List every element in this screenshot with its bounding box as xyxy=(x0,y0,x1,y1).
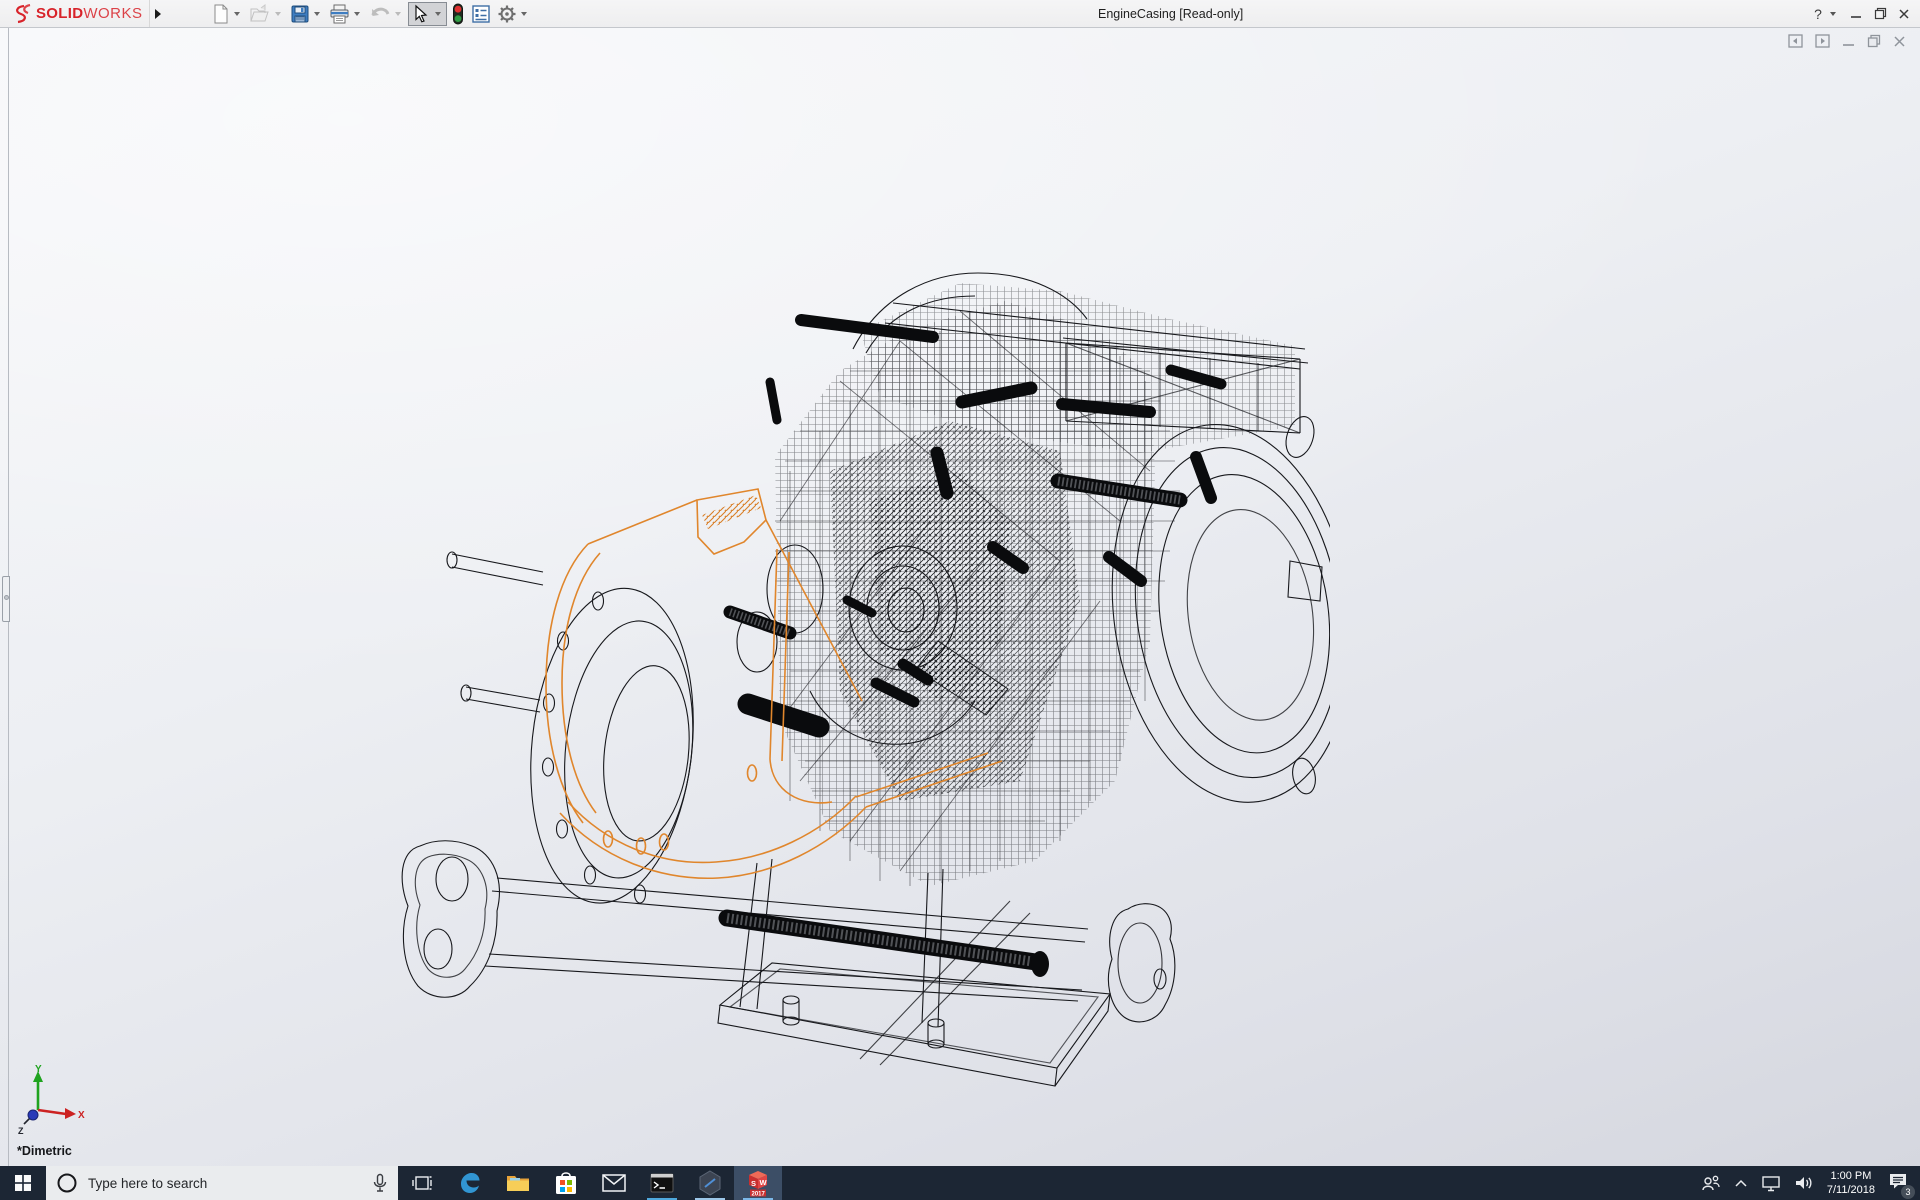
new-document-button[interactable] xyxy=(210,2,245,26)
open-dropdown[interactable] xyxy=(275,12,281,16)
doc-minimize-button[interactable] xyxy=(1842,35,1855,48)
solidworks-2017-button[interactable]: S W 2017 xyxy=(734,1166,782,1200)
task-view-button[interactable] xyxy=(398,1166,446,1200)
system-tray: 1:00 PM 7/11/2018 3 xyxy=(1689,1166,1920,1200)
network-icon[interactable] xyxy=(1761,1175,1781,1192)
window-title: EngineCasing [Read-only] xyxy=(1098,0,1243,27)
undo-button[interactable] xyxy=(367,2,406,26)
feature-manager-collapsed-tab[interactable] xyxy=(2,576,10,622)
people-icon[interactable] xyxy=(1701,1174,1721,1192)
hex-app-icon xyxy=(698,1170,722,1196)
edge-icon xyxy=(458,1171,482,1195)
open-button[interactable] xyxy=(247,2,286,26)
pane-left-button[interactable] xyxy=(1788,34,1803,48)
graphics-viewport[interactable]: Y X Z *Dimetric xyxy=(0,28,1920,1166)
help-dropdown[interactable] xyxy=(1830,12,1836,16)
print-button[interactable] xyxy=(327,2,365,26)
mail-button[interactable] xyxy=(590,1166,638,1200)
traffic-light-icon xyxy=(451,3,465,25)
svg-text:Z: Z xyxy=(18,1126,24,1136)
properties-list-icon xyxy=(471,4,491,24)
windows-taskbar: Type here to search xyxy=(0,1166,1920,1200)
triad-x-axis: X xyxy=(38,1108,85,1121)
triad-z-axis: Z xyxy=(18,1110,38,1136)
store-button[interactable] xyxy=(542,1166,590,1200)
brand-works: WORKS xyxy=(83,5,142,22)
view-orientation-label: *Dimetric xyxy=(17,1144,72,1158)
window-controls: ? xyxy=(1806,0,1916,27)
minimize-button[interactable] xyxy=(1844,0,1868,27)
command-prompt-button[interactable] xyxy=(638,1166,686,1200)
command-prompt-icon xyxy=(650,1173,674,1193)
minimize-icon xyxy=(1850,8,1862,20)
open-folder-icon xyxy=(249,4,271,24)
file-explorer-button[interactable] xyxy=(494,1166,542,1200)
edge-button[interactable] xyxy=(446,1166,494,1200)
print-icon xyxy=(329,4,350,24)
taskbar-search-input[interactable]: Type here to search xyxy=(46,1166,398,1200)
volume-icon[interactable] xyxy=(1794,1175,1814,1191)
rod-end-cap xyxy=(1031,951,1049,977)
save-button[interactable] xyxy=(288,2,325,26)
restore-button[interactable] xyxy=(1868,0,1892,27)
select-cursor-icon xyxy=(411,4,431,24)
svg-text:2017: 2017 xyxy=(752,1192,766,1198)
triad-y-axis: Y xyxy=(33,1064,43,1110)
standard-toolbar xyxy=(209,0,533,27)
windows-logo-icon xyxy=(15,1175,31,1191)
panel-tab-handle-icon xyxy=(4,595,9,600)
doc-restore-button[interactable] xyxy=(1867,34,1881,48)
close-icon xyxy=(1898,8,1910,20)
doc-close-button[interactable] xyxy=(1893,35,1906,48)
search-placeholder: Type here to search xyxy=(88,1176,207,1191)
svg-text:Y: Y xyxy=(35,1064,42,1075)
solidworks-app-icon: S W 2017 xyxy=(745,1169,771,1197)
action-center-button[interactable]: 3 xyxy=(1888,1172,1908,1195)
notification-badge: 3 xyxy=(1901,1185,1915,1199)
svg-text:S: S xyxy=(751,1179,756,1188)
tray-date: 7/11/2018 xyxy=(1827,1183,1875,1197)
save-icon xyxy=(290,4,310,24)
properties-button[interactable] xyxy=(469,2,493,26)
document-window-controls xyxy=(1788,34,1906,48)
taskbar-clock[interactable]: 1:00 PM 7/11/2018 xyxy=(1827,1169,1875,1198)
new-dropdown[interactable] xyxy=(234,12,240,16)
tray-overflow-chevron-icon[interactable] xyxy=(1734,1178,1748,1188)
toolbar-flyout-arrow[interactable] xyxy=(149,0,167,27)
engine-casing-wireframe-model[interactable] xyxy=(330,251,1330,1091)
undo-icon xyxy=(369,5,391,23)
select-tool-button[interactable] xyxy=(408,2,447,26)
store-icon xyxy=(555,1171,577,1195)
options-button[interactable] xyxy=(495,2,532,26)
hex-app-button[interactable] xyxy=(686,1166,734,1200)
help-button[interactable]: ? xyxy=(1806,0,1830,27)
flyout-triangle-icon xyxy=(154,8,162,20)
cortana-icon xyxy=(56,1172,78,1194)
tray-time: 1:00 PM xyxy=(1830,1169,1871,1183)
pane-right-button[interactable] xyxy=(1815,34,1830,48)
microphone-icon[interactable] xyxy=(372,1173,388,1193)
svg-text:W: W xyxy=(760,1178,768,1187)
titlebar: SOLIDWORKS xyxy=(0,0,1920,28)
new-document-icon xyxy=(212,4,230,24)
svg-text:X: X xyxy=(78,1110,85,1121)
orientation-triad: Y X Z xyxy=(8,1064,98,1144)
select-dropdown[interactable] xyxy=(435,12,441,16)
rebuild-button[interactable] xyxy=(449,2,467,26)
start-button[interactable] xyxy=(0,1166,46,1200)
taskbar-apps: S W 2017 xyxy=(398,1166,782,1200)
file-explorer-icon xyxy=(506,1173,530,1193)
solidworks-logo: SOLIDWORKS xyxy=(0,0,149,27)
options-dropdown[interactable] xyxy=(521,12,527,16)
undo-dropdown[interactable] xyxy=(395,12,401,16)
print-dropdown[interactable] xyxy=(354,12,360,16)
solidworks-mark-icon xyxy=(10,4,36,24)
save-dropdown[interactable] xyxy=(314,12,320,16)
gear-icon xyxy=(497,4,517,24)
task-view-icon xyxy=(412,1174,432,1192)
brand-solid: SOLID xyxy=(36,5,83,22)
close-button[interactable] xyxy=(1892,0,1916,27)
mail-icon xyxy=(602,1174,626,1192)
restore-icon xyxy=(1874,7,1887,20)
